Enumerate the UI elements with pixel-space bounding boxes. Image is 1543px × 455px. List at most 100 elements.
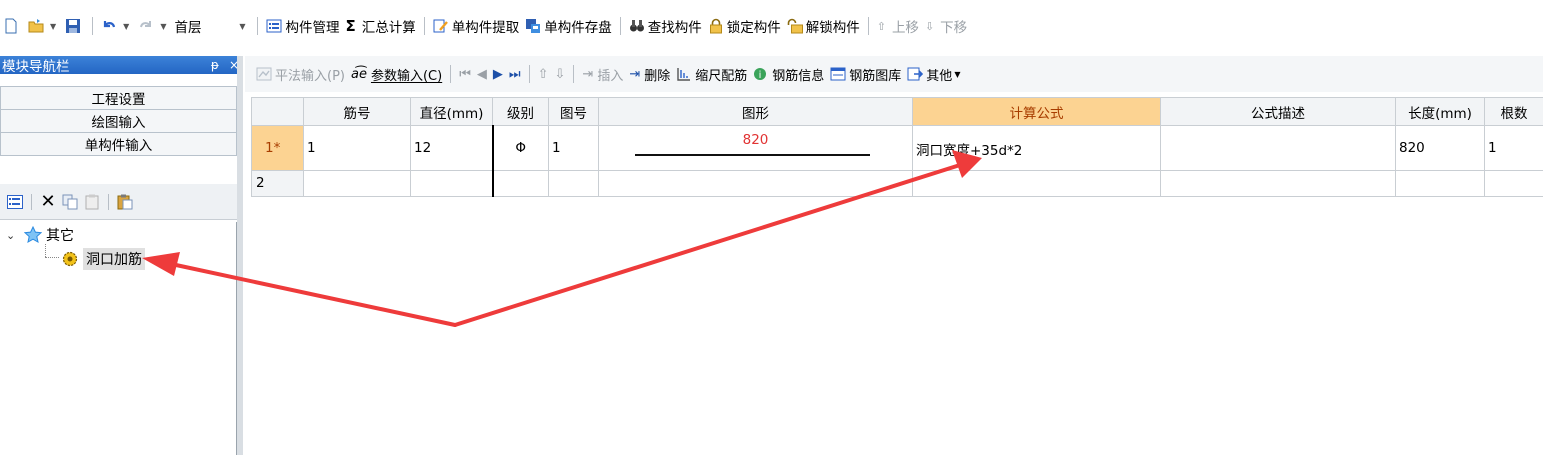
length-cell[interactable]: 820	[1395, 125, 1485, 171]
bar-no-cell[interactable]: 1	[303, 125, 411, 171]
paste-icon[interactable]	[116, 194, 134, 210]
open-file-button[interactable]: ▼	[25, 15, 62, 37]
redo-button[interactable]: ▼	[135, 15, 172, 37]
rebar-info-icon: i	[754, 68, 767, 81]
row-up-button[interactable]: ⇧	[535, 63, 552, 85]
chevron-down-icon[interactable]: ⌄	[6, 229, 20, 242]
count-cell[interactable]: 1	[1484, 125, 1543, 171]
nav-button-single-component-input[interactable]: 单构件输入	[0, 132, 237, 156]
arrow-down-icon: ⇩	[924, 19, 935, 33]
last-record-button[interactable]: ⏭	[506, 63, 524, 85]
row-number-cell[interactable]: 1*	[251, 125, 304, 171]
prev-record-button[interactable]: ◀	[474, 63, 490, 85]
lock-component-button[interactable]: 锁定构件	[705, 15, 784, 37]
chevron-down-icon[interactable]: ▼	[123, 22, 129, 31]
nav-button-drawing-input[interactable]: 绘图输入	[0, 109, 237, 133]
module-nav-panel: 模块导航栏 ᵽ × 工程设置 绘图输入 单构件输入 ✕ ⌄ 其它 洞口加筋	[0, 56, 243, 455]
row-down-button[interactable]: ⇩	[552, 63, 569, 85]
toolbar-separator	[423, 17, 425, 35]
rebar-shape-line	[635, 154, 870, 156]
table-row[interactable]: 1* 1 12 Φ 1 820 洞口宽度+35d*2 820 1	[251, 125, 1543, 171]
shape-cell[interactable]: 820	[598, 125, 913, 171]
other-menu-button[interactable]: 其他 ▼	[904, 63, 963, 85]
diameter-cell[interactable]	[410, 169, 494, 198]
summary-calc-button[interactable]: Σ 汇总计算	[342, 15, 418, 37]
toolbar-separator	[257, 17, 259, 35]
figure-no-cell[interactable]: 1	[548, 125, 599, 171]
description-cell[interactable]	[1160, 125, 1396, 171]
figure-no-cell[interactable]	[548, 169, 599, 198]
save-button[interactable]	[62, 15, 87, 37]
grid-header-row: 筋号 直径(mm) 级别 图号 图形 计算公式 公式描述 长度(mm) 根数	[251, 97, 1543, 126]
paste-disabled-icon[interactable]	[83, 194, 101, 210]
param-input-button[interactable]: a͡e 参数输入(C)	[348, 63, 445, 85]
floor-select[interactable]: 首层 ▼	[172, 15, 252, 37]
row-number-cell[interactable]: 2	[251, 169, 304, 198]
unlock-component-label: 解锁构件	[805, 20, 860, 36]
column-header-diameter[interactable]: 直径(mm)	[410, 97, 493, 126]
count-cell[interactable]	[1484, 169, 1543, 198]
properties-icon[interactable]	[6, 194, 24, 210]
tree-guide-line	[45, 244, 46, 257]
column-header-figure-no[interactable]: 图号	[548, 97, 599, 126]
grade-cell[interactable]	[492, 169, 549, 198]
single-save-icon	[526, 19, 541, 33]
tree-node-other[interactable]: ⌄ 其它	[6, 225, 74, 245]
copy-icon[interactable]	[61, 194, 79, 210]
formula-cell[interactable]	[912, 169, 1161, 198]
single-extract-button[interactable]: 单构件提取	[430, 15, 523, 37]
delete-icon[interactable]: ✕	[39, 191, 57, 212]
column-header-grade[interactable]: 级别	[492, 97, 549, 126]
insert-button[interactable]: ⇥ 插入	[579, 63, 626, 85]
chevron-down-icon[interactable]: ▼	[50, 22, 56, 31]
tree-node-label: 其它	[46, 228, 74, 244]
lock-component-label: 锁定构件	[726, 20, 781, 36]
diameter-cell[interactable]: 12	[410, 125, 494, 171]
bar-no-cell[interactable]	[303, 169, 411, 198]
column-header-formula[interactable]: 计算公式	[912, 97, 1161, 126]
single-save-button[interactable]: 单构件存盘	[522, 15, 615, 37]
pin-icon[interactable]: ᵽ	[211, 58, 219, 72]
column-header-description[interactable]: 公式描述	[1160, 97, 1396, 126]
delete-row-button[interactable]: ⇥ 删除	[626, 63, 673, 85]
rebar-library-button[interactable]: 钢筋图库	[827, 63, 904, 85]
column-header-bar-no[interactable]: 筋号	[303, 97, 411, 126]
floor-select-value: 首层	[174, 20, 202, 36]
unlock-icon	[787, 18, 803, 34]
component-management-button[interactable]: 构件管理	[263, 15, 342, 37]
rebar-info-button[interactable]: i 钢筋信息	[750, 63, 827, 85]
undo-button[interactable]: ▼	[98, 15, 135, 37]
formula-cell[interactable]: 洞口宽度+35d*2	[912, 125, 1161, 171]
single-extract-label: 单构件提取	[451, 20, 520, 36]
table-row[interactable]: 2	[251, 169, 1543, 198]
rebar-toolbar: 平法输入(P) a͡e 参数输入(C) ⏮ ◀ ▶ ⏭ ⇧ ⇩ ⇥ 插入 ⇥ 删…	[245, 56, 1543, 92]
find-component-button[interactable]: 查找构件	[626, 15, 705, 37]
component-management-label: 构件管理	[285, 20, 340, 36]
shape-cell[interactable]	[598, 169, 913, 198]
nav-panel-header: 模块导航栏 ᵽ ×	[0, 56, 243, 75]
grade-cell[interactable]: Φ	[492, 125, 549, 171]
prev-icon: ◀	[476, 66, 487, 82]
move-down-button[interactable]: ⇩ 下移	[922, 15, 970, 37]
unlock-component-button[interactable]: 解锁构件	[784, 15, 863, 37]
next-record-button[interactable]: ▶	[490, 63, 506, 85]
flat-input-button[interactable]: 平法输入(P)	[253, 63, 348, 85]
scale-rebar-button[interactable]: 缩尺配筋	[673, 63, 750, 85]
description-cell[interactable]	[1160, 169, 1396, 198]
next-icon: ▶	[492, 66, 503, 82]
length-cell[interactable]	[1395, 169, 1485, 198]
nav-button-project-settings[interactable]: 工程设置	[0, 86, 237, 110]
toolbar-separator	[31, 193, 32, 210]
svg-text:i: i	[759, 70, 762, 81]
new-file-button[interactable]	[0, 15, 25, 37]
nav-button-label: 工程设置	[91, 92, 146, 108]
panel-splitter[interactable]	[237, 56, 243, 455]
param-input-label: 参数输入(C)	[370, 68, 443, 84]
move-up-button[interactable]: ⇧ 上移	[874, 15, 922, 37]
tree-node-opening-reinforcement[interactable]: 洞口加筋	[62, 248, 145, 270]
chevron-down-icon[interactable]: ▼	[160, 22, 166, 31]
column-header-length[interactable]: 长度(mm)	[1395, 97, 1485, 126]
column-header-shape[interactable]: 图形	[598, 97, 913, 126]
column-header-count[interactable]: 根数	[1484, 97, 1543, 126]
first-record-button[interactable]: ⏮	[456, 63, 474, 85]
